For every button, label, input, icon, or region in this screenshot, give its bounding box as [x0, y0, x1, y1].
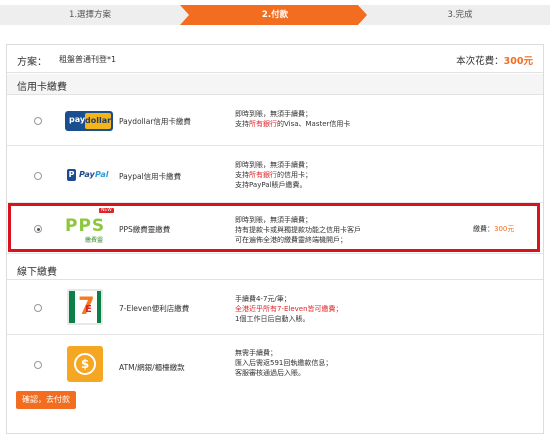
radio-atm[interactable]: [34, 361, 42, 369]
radio-paydollar[interactable]: [34, 117, 42, 125]
radio-7eleven[interactable]: [34, 304, 42, 312]
plan-value: 租盤普通刊登*1: [59, 55, 117, 64]
desc-line: 支持PayPal賬戶繳費。: [235, 181, 307, 189]
section-title: 線下繳費: [17, 267, 57, 278]
payment-option-7eleven[interactable]: 7 E 7-Eleven便利店繳費 手續費4-7元/筆； 全港近乎所有7-Ele…: [7, 281, 543, 335]
section-credit-card: 信用卡繳費: [7, 74, 543, 95]
payment-option-paypal[interactable]: P Pay Pal Paypal信用卡繳費 即時到賬，無須手續費； 支持所有銀行的…: [7, 147, 543, 203]
method-name: ATM/網銀/櫃檯繳款: [119, 363, 185, 372]
payment-option-atm[interactable]: $ ATM/網銀/櫃檯繳款 無需手續費； 匯入后需返591回執繳款信息； 客服審…: [7, 336, 543, 394]
plan-summary: 方案： 租盤普通刊登*1 本次花費：300元: [7, 45, 543, 73]
radio-paypal[interactable]: [34, 172, 42, 180]
step-arrow-left: [180, 5, 189, 25]
desc-line: 客服審核通過后入賬。: [235, 369, 305, 377]
atm-transfer-icon: $: [67, 346, 103, 382]
progress-steps: 1.選擇方案 2.付款 3.完成: [0, 5, 550, 25]
total-amount: 300元: [503, 56, 533, 67]
paydollar-logo-icon: pay dollar: [65, 111, 113, 131]
desc-line: 無需手續費；: [235, 349, 277, 357]
method-description: 即時到賬，無須手續費； 支持所有銀行的信用卡； 支持PayPal賬戶繳費。: [235, 160, 312, 190]
seven-eleven-logo-icon: 7 E: [67, 289, 103, 325]
desc-line: 即時到賬，無須手續費；: [235, 161, 312, 169]
step-2-label: 2.付款: [261, 10, 289, 20]
desc-line: 支持所有銀行的Visa、Master信用卡: [235, 120, 351, 128]
step-3-label: 3.完成: [447, 10, 473, 20]
desc-line: 即時到賬，無須手續費；: [235, 110, 312, 118]
desc-line: 匯入后需返591回執繳款信息；: [235, 359, 333, 367]
method-name: Paypal信用卡繳費: [119, 172, 182, 181]
method-description: 即時到賬，無須手續費； 支持所有銀行的Visa、Master信用卡: [235, 109, 350, 129]
plan-label: 方案：: [17, 57, 47, 68]
total-cost: 本次花費：300元: [456, 53, 533, 67]
step-1-label: 1.選擇方案: [68, 10, 112, 20]
desc-line: 支持所有銀行的信用卡；: [235, 171, 312, 179]
desc-line: 手續費4-7元/筆；: [235, 295, 291, 303]
method-description: 無需手續費； 匯入后需返591回執繳款信息； 客服審核通過后入賬。: [235, 348, 332, 378]
paypal-logo-icon: P Pay Pal: [67, 169, 109, 181]
selected-option-highlight: [8, 203, 540, 252]
section-title: 信用卡繳費: [17, 82, 67, 93]
total-label: 本次花費：: [456, 56, 504, 67]
section-offline: 線下繳費: [7, 259, 543, 280]
payment-option-paydollar[interactable]: pay dollar Paydollar信用卡繳費 即時到賬，無須手續費； 支持…: [7, 96, 543, 146]
method-name: 7-Eleven便利店繳費: [119, 304, 190, 313]
desc-line: 全港近乎所有7-Eleven皆可繳費；: [235, 305, 343, 313]
method-name: Paydollar信用卡繳費: [119, 117, 191, 126]
confirm-pay-button[interactable]: 確認，去付款: [16, 391, 76, 409]
method-description: 手續費4-7元/筆； 全港近乎所有7-Eleven皆可繳費； 1個工作日后自動入…: [235, 294, 343, 324]
desc-line: 1個工作日后自動入賬。: [235, 315, 310, 323]
